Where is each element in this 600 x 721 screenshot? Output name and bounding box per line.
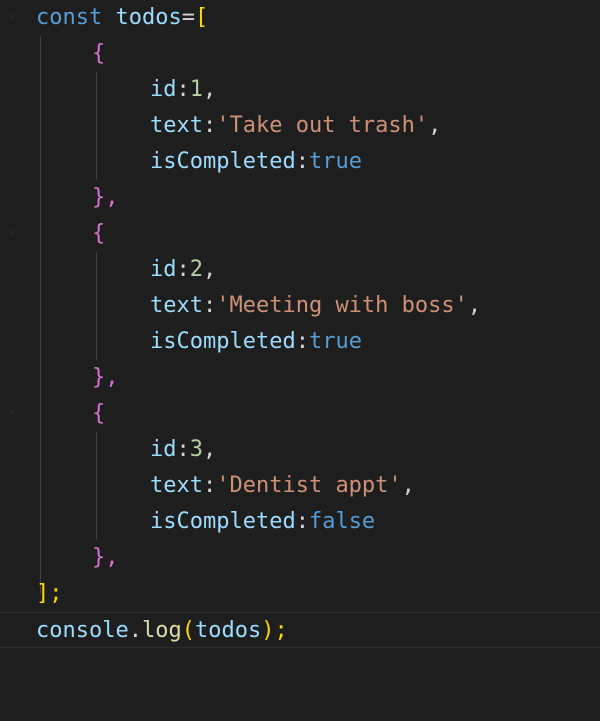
colon: : (202, 293, 217, 318)
boolean-value: true (308, 149, 362, 174)
open-paren: ( (181, 618, 195, 643)
code-line[interactable]: isCompleted:true (0, 144, 600, 180)
colon: : (295, 149, 309, 174)
code-line[interactable]: { (0, 36, 600, 72)
code-line[interactable]: const todos=[ (0, 0, 600, 36)
number-value: 3 (189, 437, 203, 462)
colon: : (202, 113, 217, 138)
string-value: 'Take out trash' (216, 113, 429, 138)
code-line[interactable]: id:3, (0, 432, 600, 468)
open-brace: { (92, 221, 106, 246)
code-line-current[interactable]: console.log(todos); (0, 612, 600, 648)
close-bracket: ]; (36, 581, 63, 606)
keyword-const: const (36, 5, 103, 30)
code-line[interactable]: }, (0, 360, 600, 396)
open-bracket: [ (194, 5, 209, 30)
colon: : (295, 509, 309, 534)
property-key: isCompleted (150, 509, 296, 534)
code-line[interactable]: isCompleted:true (0, 324, 600, 360)
comma: , (401, 473, 415, 498)
close-brace: }, (92, 545, 119, 570)
colon: : (176, 257, 190, 282)
comma: , (203, 257, 217, 282)
boolean-value: false (308, 509, 376, 534)
number-value: 2 (189, 257, 203, 282)
code-line[interactable]: isCompleted:false (0, 504, 600, 540)
close-brace: }, (92, 185, 119, 210)
number-value: 1 (189, 77, 203, 102)
comma: , (467, 293, 482, 318)
code-line[interactable]: { (0, 396, 600, 432)
code-line[interactable]: }, (0, 180, 600, 216)
property-key: isCompleted (150, 149, 296, 174)
comma: , (203, 77, 217, 102)
comma: , (203, 437, 217, 462)
string-value: 'Dentist appt' (216, 473, 402, 498)
argument-todos: todos (194, 618, 262, 643)
code-editor[interactable]: ⌄ ⌄ ⌄ const todos=[ { id:1, text:'Take o… (0, 0, 600, 650)
variable-todos: todos (115, 5, 182, 30)
code-line[interactable]: text:'Dentist appt', (0, 468, 600, 504)
code-line[interactable]: id:1, (0, 72, 600, 108)
property-key: id (150, 257, 177, 282)
code-line[interactable]: ]; (0, 576, 600, 612)
property-key: isCompleted (150, 329, 296, 354)
colon: : (176, 77, 190, 102)
assignment-operator: = (181, 5, 195, 30)
log-method: log (141, 618, 182, 643)
open-brace: { (92, 401, 106, 426)
code-line[interactable]: text:'Meeting with boss', (0, 288, 600, 324)
code-line[interactable]: text:'Take out trash', (0, 108, 600, 144)
dot: . (128, 618, 142, 643)
colon: : (176, 437, 190, 462)
close-paren: ); (261, 618, 288, 643)
property-key: text (150, 293, 203, 318)
colon: : (202, 473, 217, 498)
code-line[interactable]: }, (0, 540, 600, 576)
property-key: text (150, 113, 203, 138)
string-value: 'Meeting with boss' (216, 293, 468, 318)
open-brace: { (92, 41, 106, 66)
property-key: id (150, 77, 177, 102)
code-line[interactable]: id:2, (0, 252, 600, 288)
colon: : (295, 329, 309, 354)
property-key: id (150, 437, 177, 462)
console-object: console (36, 618, 129, 643)
close-brace: }, (92, 365, 119, 390)
boolean-value: true (308, 329, 362, 354)
property-key: text (150, 473, 203, 498)
code-line[interactable]: { (0, 216, 600, 252)
comma: , (428, 113, 442, 138)
